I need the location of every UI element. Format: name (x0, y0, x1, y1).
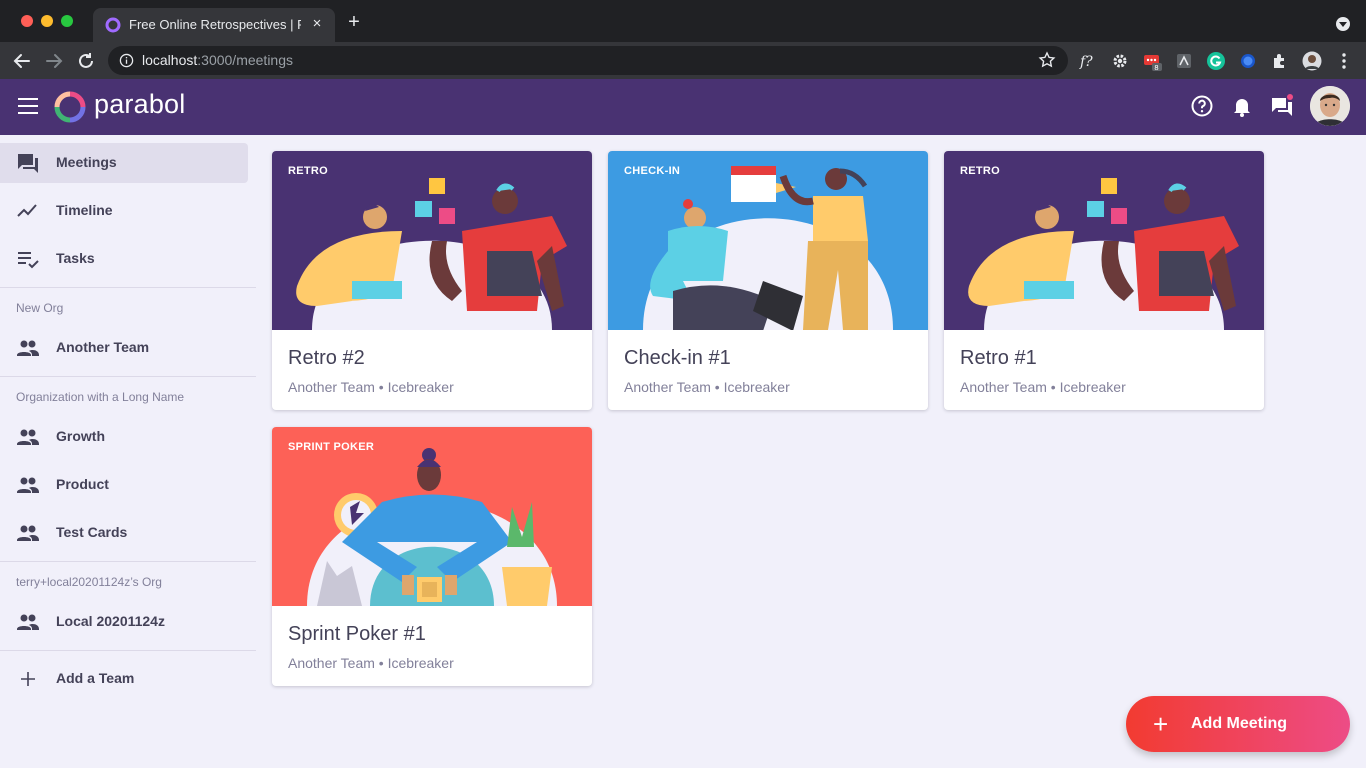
meeting-card-retro-1[interactable]: RETRO Retro #1 Another Team • Icebreaker (944, 151, 1264, 410)
team-icon (17, 429, 39, 445)
sidebar-item-label: Test Cards (56, 524, 128, 540)
plus-icon: + (1153, 709, 1169, 739)
team-icon (17, 614, 39, 630)
add-meeting-button[interactable]: + Add Meeting (1126, 696, 1350, 752)
browser-toolbar: localhost:3000/meetings f? 8 (0, 42, 1366, 79)
parabol-logo-icon[interactable] (54, 91, 86, 123)
browser-tab-bar: Free Online Retrospectives | Parabol × + (0, 0, 1366, 42)
url-text[interactable]: localhost:3000/meetings (142, 52, 293, 68)
reload-icon[interactable] (75, 50, 97, 72)
profile-avatar-icon[interactable] (1302, 51, 1322, 71)
site-info-icon[interactable] (119, 53, 134, 68)
puzzle-extension-icon[interactable] (1174, 51, 1194, 71)
meeting-card-sprint-poker-1[interactable]: SPRINT POKER Sprint Poker #1 Another Tea… (272, 427, 592, 686)
sidebar-team-product[interactable]: Product (0, 465, 248, 505)
add-meeting-label: Add Meeting (1191, 715, 1287, 732)
tasks-icon (18, 252, 39, 269)
bookmark-star-icon[interactable] (1038, 51, 1056, 69)
team-icon (17, 525, 39, 541)
meeting-type-label: RETRO (960, 165, 1000, 177)
address-bar[interactable]: localhost:3000/meetings (108, 46, 1068, 75)
app-header: parabol (0, 79, 1366, 135)
check-in-illustration (608, 151, 928, 330)
meeting-type-label: CHECK-IN (624, 165, 681, 177)
browser-tab[interactable]: Free Online Retrospectives | Parabol × (93, 8, 335, 42)
sidebar-item-label: Local 20201124z (56, 613, 165, 629)
meeting-title[interactable]: Check-in #1 (624, 347, 731, 370)
meeting-meta: Another Team • Icebreaker (624, 379, 790, 395)
parabol-favicon-icon (105, 17, 121, 33)
sidebar-item-label: Tasks (56, 250, 95, 266)
sidebar-divider (0, 287, 256, 288)
blue-dot-extension-icon[interactable] (1238, 51, 1258, 71)
timeline-icon (17, 204, 37, 217)
extension-badge-icon[interactable]: 8 (1142, 51, 1162, 71)
notifications-bell-icon[interactable] (1230, 94, 1254, 118)
sidebar-divider (0, 650, 256, 651)
sidebar-item-timeline[interactable]: Timeline (0, 191, 248, 231)
meeting-title[interactable]: Retro #2 (288, 347, 365, 370)
plus-icon (21, 672, 35, 686)
sidebar-divider (0, 376, 256, 377)
sidebar-divider (0, 561, 256, 562)
minimize-window-button[interactable] (41, 15, 53, 27)
retro-illustration (944, 151, 1264, 330)
meeting-type-label: SPRINT POKER (288, 441, 375, 453)
maximize-window-button[interactable] (61, 15, 73, 27)
meeting-meta: Another Team • Icebreaker (960, 379, 1126, 395)
tab-close-icon[interactable]: × (307, 14, 327, 34)
browser-menu-icon[interactable] (1334, 51, 1354, 71)
sidebar-item-label: Growth (56, 428, 105, 444)
sidebar-item-meetings[interactable]: Meetings (0, 143, 248, 183)
org-label: terry+local20201124z’s Org (16, 575, 162, 589)
sidebar-item-tasks[interactable]: Tasks (0, 239, 248, 279)
meeting-title[interactable]: Retro #1 (960, 347, 1037, 370)
new-tab-button[interactable]: + (344, 12, 364, 32)
meeting-meta: Another Team • Icebreaker (288, 379, 454, 395)
meeting-card-check-in-1[interactable]: CHECK-IN Check-in #1 Another Team • Iceb… (608, 151, 928, 410)
sidebar-team-local-20201124z[interactable]: Local 20201124z (0, 602, 248, 642)
settings-extension-icon[interactable] (1110, 51, 1130, 71)
close-window-button[interactable] (21, 15, 33, 27)
tab-title: Free Online Retrospectives | Parabol (129, 17, 301, 32)
svg-text:f?: f? (1079, 54, 1093, 70)
add-team-button[interactable]: Add a Team (0, 659, 248, 699)
meeting-meta: Another Team • Icebreaker (288, 655, 454, 671)
help-icon[interactable] (1190, 94, 1214, 118)
meeting-type-label: RETRO (288, 165, 328, 177)
menu-icon[interactable] (18, 98, 38, 114)
grammarly-icon[interactable] (1206, 51, 1226, 71)
extensions-puzzle-icon[interactable] (1270, 51, 1290, 71)
formula-extension-icon[interactable]: f? (1078, 51, 1098, 71)
sidebar-item-label: Another Team (56, 339, 150, 355)
sidebar-item-label: Timeline (56, 202, 113, 218)
tab-search-icon[interactable] (1336, 17, 1350, 31)
sidebar-team-test-cards[interactable]: Test Cards (0, 513, 248, 553)
feedback-chat-icon[interactable] (1270, 94, 1294, 118)
add-team-label: Add a Team (56, 670, 135, 686)
extension-badge-count: 8 (1154, 64, 1158, 71)
org-label: Organization with a Long Name (16, 390, 185, 404)
meetings-icon (18, 154, 38, 173)
meeting-card-retro-2[interactable]: RETRO Retro #2 Another Team • Icebreaker (272, 151, 592, 410)
back-icon[interactable] (11, 50, 33, 72)
sprint-poker-illustration (272, 427, 592, 606)
sidebar: Meetings Timeline Tasks New Org Another … (0, 135, 256, 768)
team-icon (17, 340, 39, 356)
user-avatar[interactable] (1310, 86, 1350, 126)
team-icon (17, 477, 39, 493)
url-path: :3000/meetings (197, 52, 293, 68)
sidebar-team-growth[interactable]: Growth (0, 417, 248, 457)
app-logo-text[interactable]: parabol (94, 89, 185, 120)
sidebar-team-another-team[interactable]: Another Team (0, 328, 248, 368)
sidebar-item-label: Meetings (56, 154, 117, 170)
meeting-title[interactable]: Sprint Poker #1 (288, 623, 426, 646)
url-host: localhost (142, 52, 198, 68)
org-label: New Org (16, 301, 64, 315)
retro-illustration (272, 151, 592, 330)
sidebar-item-label: Product (56, 476, 109, 492)
forward-icon[interactable] (43, 50, 65, 72)
user-photo-icon (1310, 86, 1350, 126)
